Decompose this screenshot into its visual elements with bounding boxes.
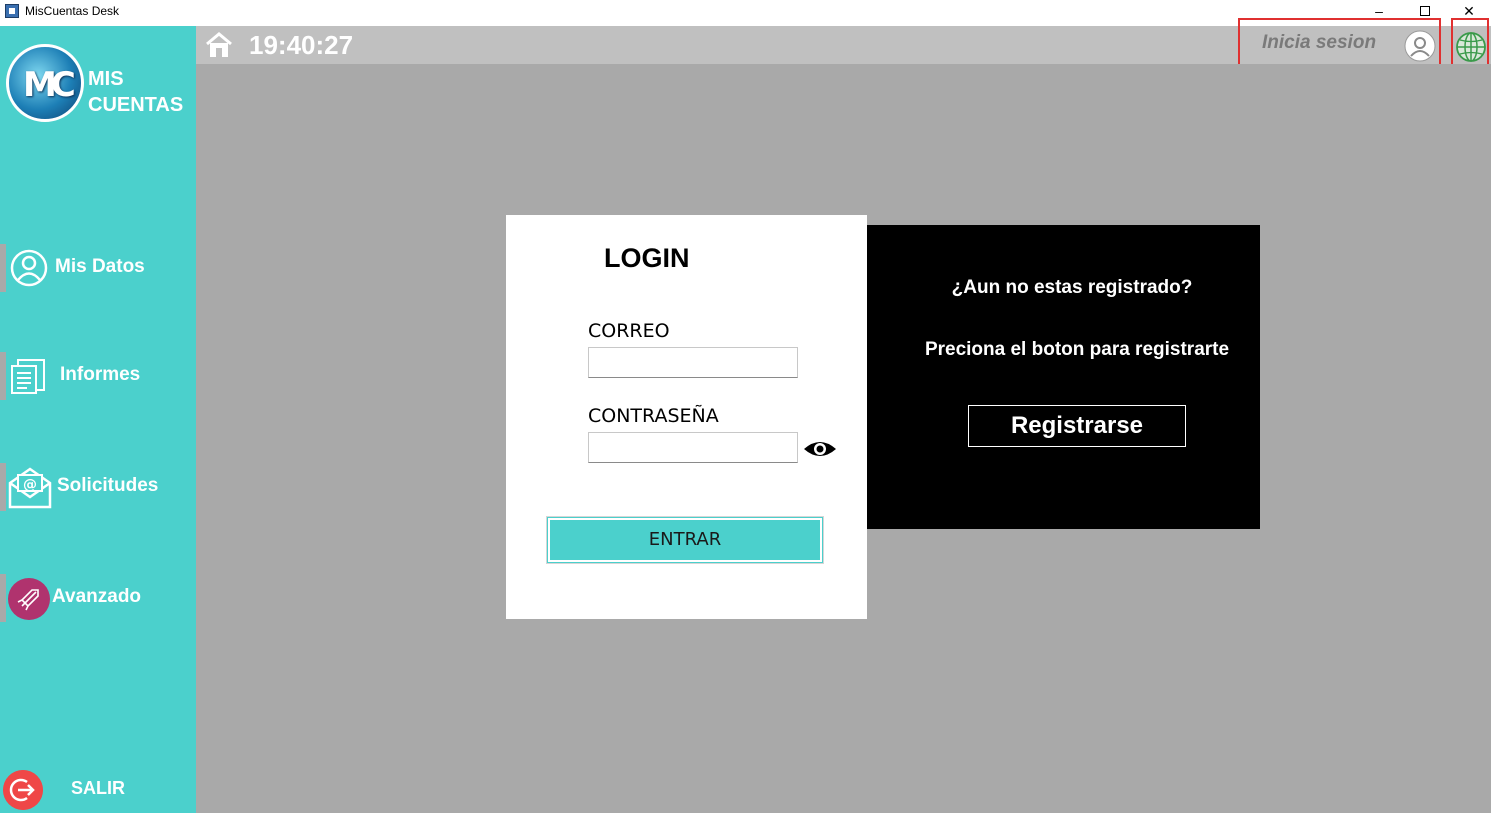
sidebar-item-solicitudes[interactable]: @ Solicitudes <box>0 463 196 511</box>
logo-text: MC <box>23 65 76 105</box>
sidebar-item-indicator <box>0 244 6 292</box>
mail-at-icon: @ <box>8 467 52 509</box>
sidebar-item-avanzado[interactable]: Avanzado <box>0 574 196 622</box>
svg-text:@: @ <box>23 477 37 493</box>
register-question: ¿Aun no estas registrado? <box>951 277 1193 298</box>
document-icon <box>11 359 45 394</box>
login-button[interactable]: ENTRAR <box>546 516 824 564</box>
exit-button[interactable]: SALIR <box>71 778 125 799</box>
user-circle-icon <box>10 249 48 287</box>
header-bar: 19:40:27 Inicia sesion <box>196 18 1491 72</box>
window-title: MisCuentas Desk <box>25 4 120 18</box>
sidebar: MC MIS CUENTAS Mis Datos Informes @ Soli… <box>0 26 196 813</box>
sidebar-item-label: Solicitudes <box>57 475 159 496</box>
user-avatar-icon <box>1404 30 1436 62</box>
password-label: CONTRASEÑA <box>588 405 719 427</box>
register-hint: Preciona el boton para registrarte <box>924 339 1230 360</box>
brand-name: MIS CUENTAS <box>88 66 183 118</box>
register-panel: ¿Aun no estas registrado? Preciona el bo… <box>867 225 1260 529</box>
globe-icon <box>1456 32 1486 62</box>
login-title: LOGIN <box>604 243 690 273</box>
login-card: LOGIN CORREO CONTRASEÑA ENTRAR <box>506 215 867 619</box>
sidebar-item-label: Avanzado <box>52 586 142 607</box>
sidebar-item-mis-datos[interactable]: Mis Datos <box>0 244 196 292</box>
rocket-icon <box>8 578 50 620</box>
sidebar-item-indicator <box>0 463 6 511</box>
show-password-icon[interactable] <box>803 438 837 460</box>
sidebar-item-label: Mis Datos <box>55 256 145 277</box>
logout-icon[interactable] <box>3 770 43 810</box>
brand-line-2: CUENTAS <box>88 94 184 116</box>
email-label: CORREO <box>588 320 670 342</box>
password-field[interactable] <box>588 432 798 463</box>
sidebar-item-informes[interactable]: Informes <box>0 352 196 400</box>
maximize-icon <box>1420 6 1430 16</box>
home-icon[interactable] <box>204 30 234 60</box>
register-button[interactable]: Registrarse <box>968 405 1186 447</box>
clock: 19:40:27 <box>249 30 354 60</box>
sidebar-item-label: Informes <box>60 364 141 385</box>
sidebar-item-indicator <box>0 352 6 400</box>
logo: MC <box>6 44 84 122</box>
login-hint-text: Inicia sesion <box>1262 32 1377 53</box>
email-field[interactable] <box>588 347 798 378</box>
app-icon <box>5 4 19 18</box>
main-area: LOGIN CORREO CONTRASEÑA ENTRAR ¿Aun no e… <box>196 64 1491 813</box>
sidebar-item-indicator <box>0 574 6 622</box>
brand-line-1: MIS <box>88 68 124 90</box>
